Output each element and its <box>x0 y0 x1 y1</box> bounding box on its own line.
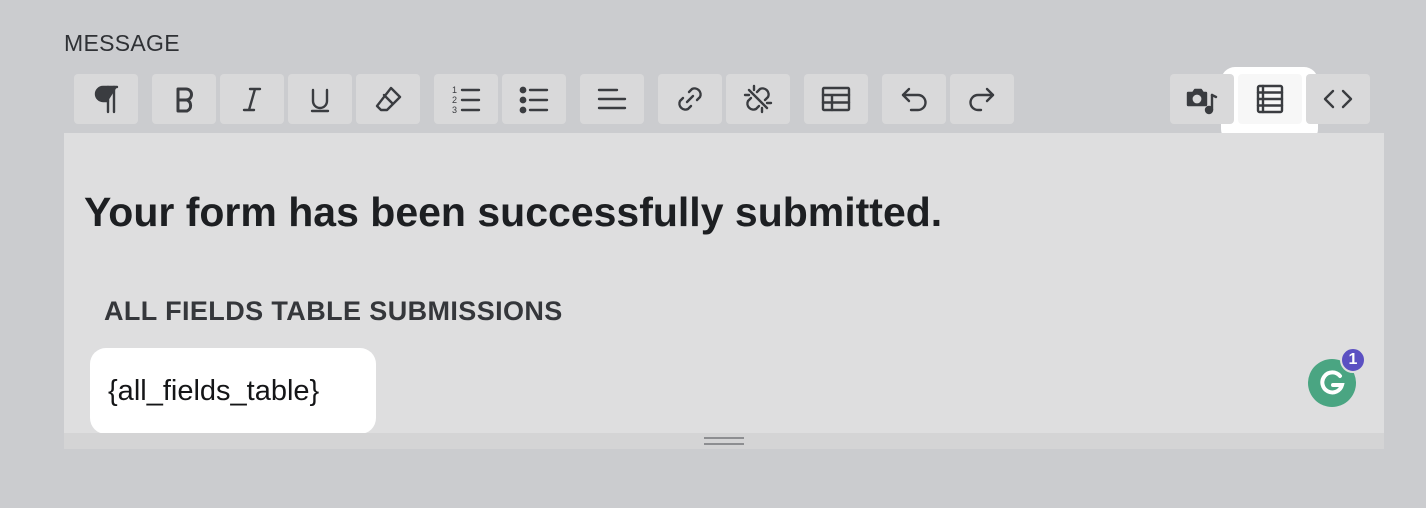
align-left-button[interactable] <box>580 74 644 124</box>
code-icon <box>1323 89 1353 109</box>
underline-button[interactable] <box>288 74 352 124</box>
align-left-icon <box>597 88 627 110</box>
grammarly-icon <box>1320 370 1345 395</box>
insert-table-button[interactable] <box>804 74 868 124</box>
message-subheading: ALL FIELDS TABLE SUBMISSIONS <box>104 296 563 326</box>
source-code-button[interactable] <box>1306 74 1370 124</box>
eraser-icon <box>375 86 402 112</box>
smart-tags-button[interactable] <box>1238 74 1302 124</box>
unordered-list-button[interactable] <box>502 74 566 124</box>
editor-content-area[interactable]: Your form has been successfully submitte… <box>64 133 1384 449</box>
unlink-icon <box>743 84 773 114</box>
message-heading: Your form has been successfully submitte… <box>84 189 943 235</box>
all-fields-table-shortcode[interactable]: {all_fields_table} <box>90 348 376 434</box>
grammarly-badge: 1 <box>1340 347 1366 373</box>
ordered-list-digit-1: 1 <box>452 85 457 95</box>
redo-button[interactable] <box>950 74 1014 124</box>
clear-format-button[interactable] <box>356 74 420 124</box>
redo-icon <box>969 87 995 112</box>
ordered-list-digit-3: 3 <box>452 105 457 115</box>
bold-button[interactable] <box>152 74 216 124</box>
bold-icon <box>176 87 193 113</box>
undo-icon <box>901 87 927 112</box>
unordered-list-icon <box>519 86 549 114</box>
ordered-list-icon: 1 2 3 <box>452 85 481 115</box>
underline-icon <box>310 88 330 113</box>
remove-link-button[interactable] <box>726 74 790 124</box>
ordered-list-button[interactable]: 1 2 3 <box>434 74 498 124</box>
message-field-label: MESSAGE <box>64 30 180 56</box>
resize-handle-icon[interactable] <box>704 437 744 445</box>
link-icon <box>678 87 702 111</box>
insert-link-button[interactable] <box>658 74 722 124</box>
italic-button[interactable] <box>220 74 284 124</box>
ordered-list-digit-2: 2 <box>452 95 457 105</box>
list-icon <box>1256 84 1284 114</box>
undo-button[interactable] <box>882 74 946 124</box>
paragraph-button[interactable] <box>74 74 138 124</box>
media-icon <box>1186 88 1218 115</box>
table-icon <box>821 86 851 112</box>
editor-resize-bar[interactable] <box>64 433 1384 449</box>
editor-toolbar: 1 2 3 <box>64 74 1384 124</box>
italic-icon <box>242 87 262 112</box>
pilcrow-icon <box>94 85 119 114</box>
add-media-button[interactable] <box>1170 74 1234 124</box>
